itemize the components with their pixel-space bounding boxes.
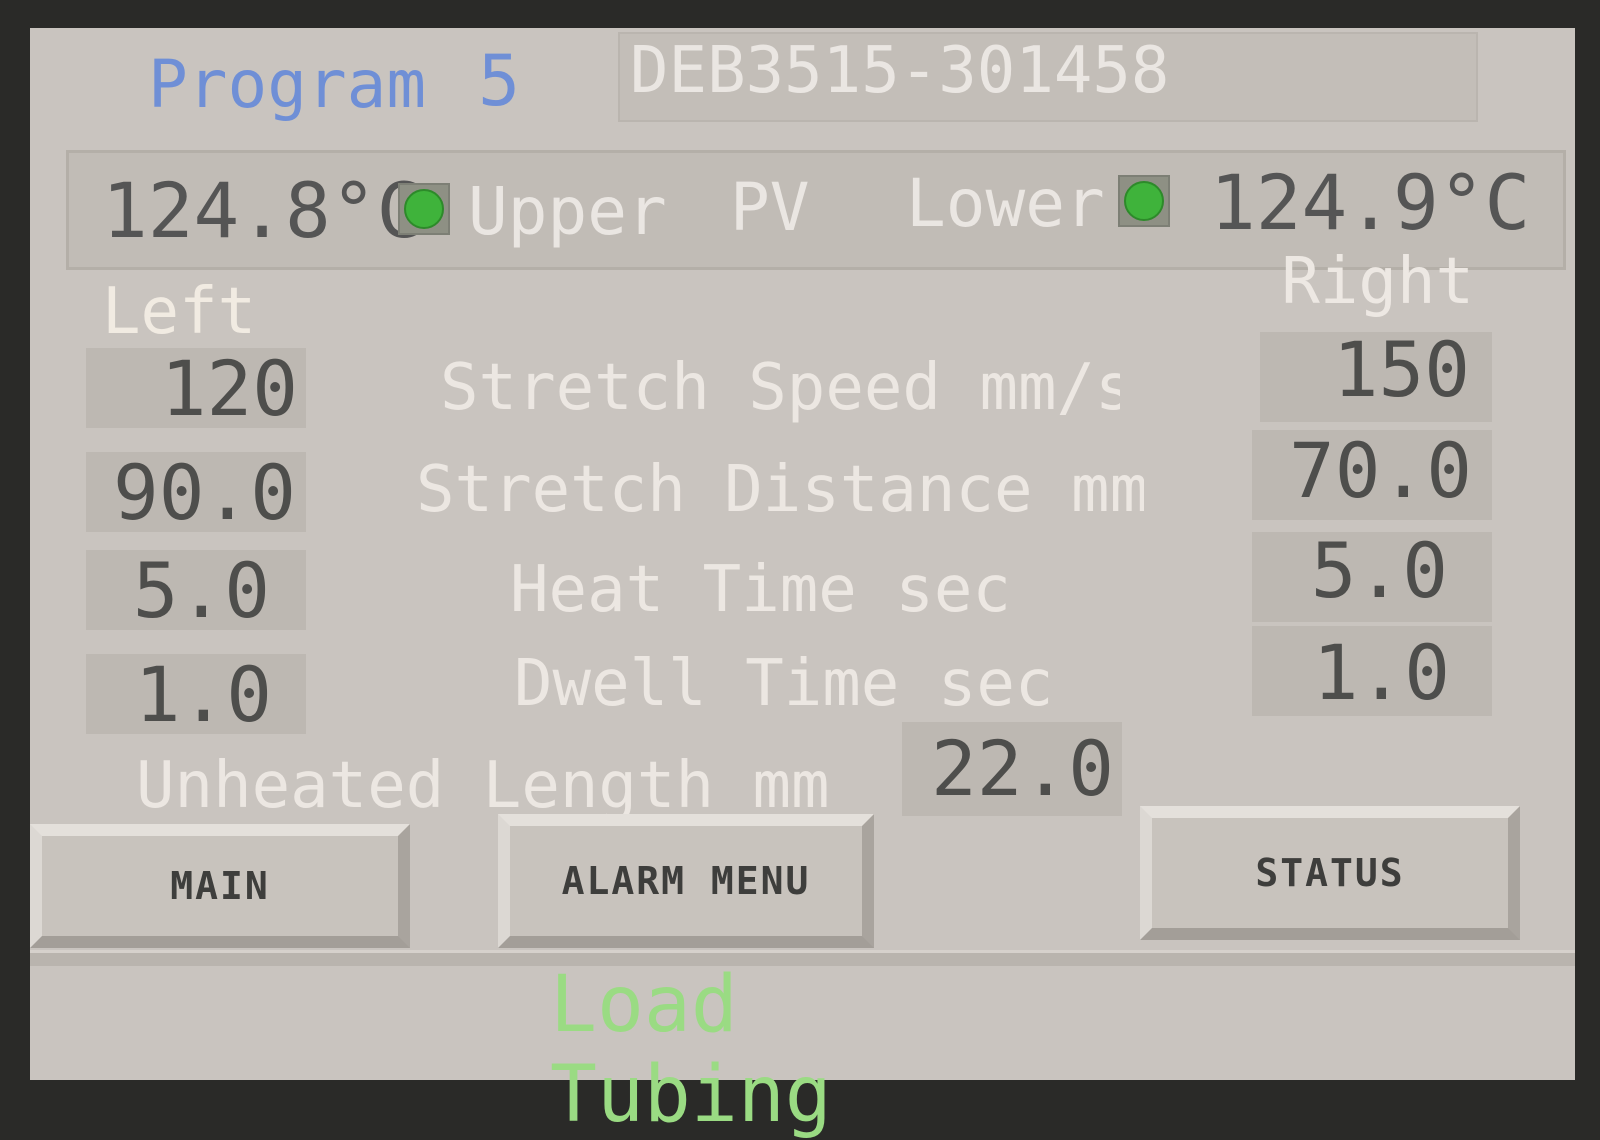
left-column-label: Left bbox=[102, 275, 257, 349]
upper-heater-indicator-icon bbox=[398, 183, 450, 235]
status-message: Load Tubing bbox=[550, 960, 832, 1140]
unheated-length-value[interactable]: 22.0 bbox=[931, 724, 1114, 813]
stretch-speed-label: Stretch Speed mm/s bbox=[440, 351, 1120, 425]
program-label: Program bbox=[148, 46, 427, 123]
stretch-distance-left-value[interactable]: 90.0 bbox=[113, 448, 296, 537]
status-button-label: STATUS bbox=[1255, 851, 1405, 895]
hmi-screen: Program 5 DEB3515-301458 124.8°C Upper P… bbox=[30, 28, 1575, 1140]
main-button[interactable]: MAIN bbox=[30, 824, 410, 948]
lower-heater-indicator-icon bbox=[1118, 175, 1170, 227]
stretch-distance-label: Stretch Distance mm bbox=[416, 453, 1144, 527]
lower-pv-value: 124.9°C bbox=[1210, 158, 1531, 247]
dwell-time-left-value[interactable]: 1.0 bbox=[135, 650, 272, 739]
main-button-label: MAIN bbox=[170, 864, 270, 908]
status-button[interactable]: STATUS bbox=[1140, 806, 1520, 940]
stretch-distance-right-value[interactable]: 70.0 bbox=[1289, 426, 1472, 515]
alarm-menu-button-label: ALARM MENU bbox=[561, 859, 811, 903]
program-number[interactable]: 5 bbox=[478, 46, 538, 116]
stretch-speed-left-value[interactable]: 120 bbox=[161, 344, 298, 433]
right-column-label: Right bbox=[1281, 245, 1474, 319]
dwell-time-label: Dwell Time sec bbox=[514, 647, 1050, 721]
upper-label: Upper bbox=[468, 173, 667, 250]
upper-pv-value: 124.8°C bbox=[102, 166, 423, 255]
heat-time-left-value[interactable]: 5.0 bbox=[133, 546, 270, 635]
dwell-time-right-value[interactable]: 1.0 bbox=[1313, 628, 1450, 717]
alarm-menu-button[interactable]: ALARM MENU bbox=[498, 814, 874, 948]
stretch-speed-right-value[interactable]: 150 bbox=[1333, 325, 1470, 414]
pv-label: PV bbox=[730, 169, 810, 246]
heat-time-label: Heat Time sec bbox=[510, 553, 1010, 627]
lower-label: Lower bbox=[906, 165, 1105, 242]
program-id: DEB3515-301458 bbox=[630, 34, 1170, 108]
heat-time-right-value[interactable]: 5.0 bbox=[1311, 526, 1448, 615]
